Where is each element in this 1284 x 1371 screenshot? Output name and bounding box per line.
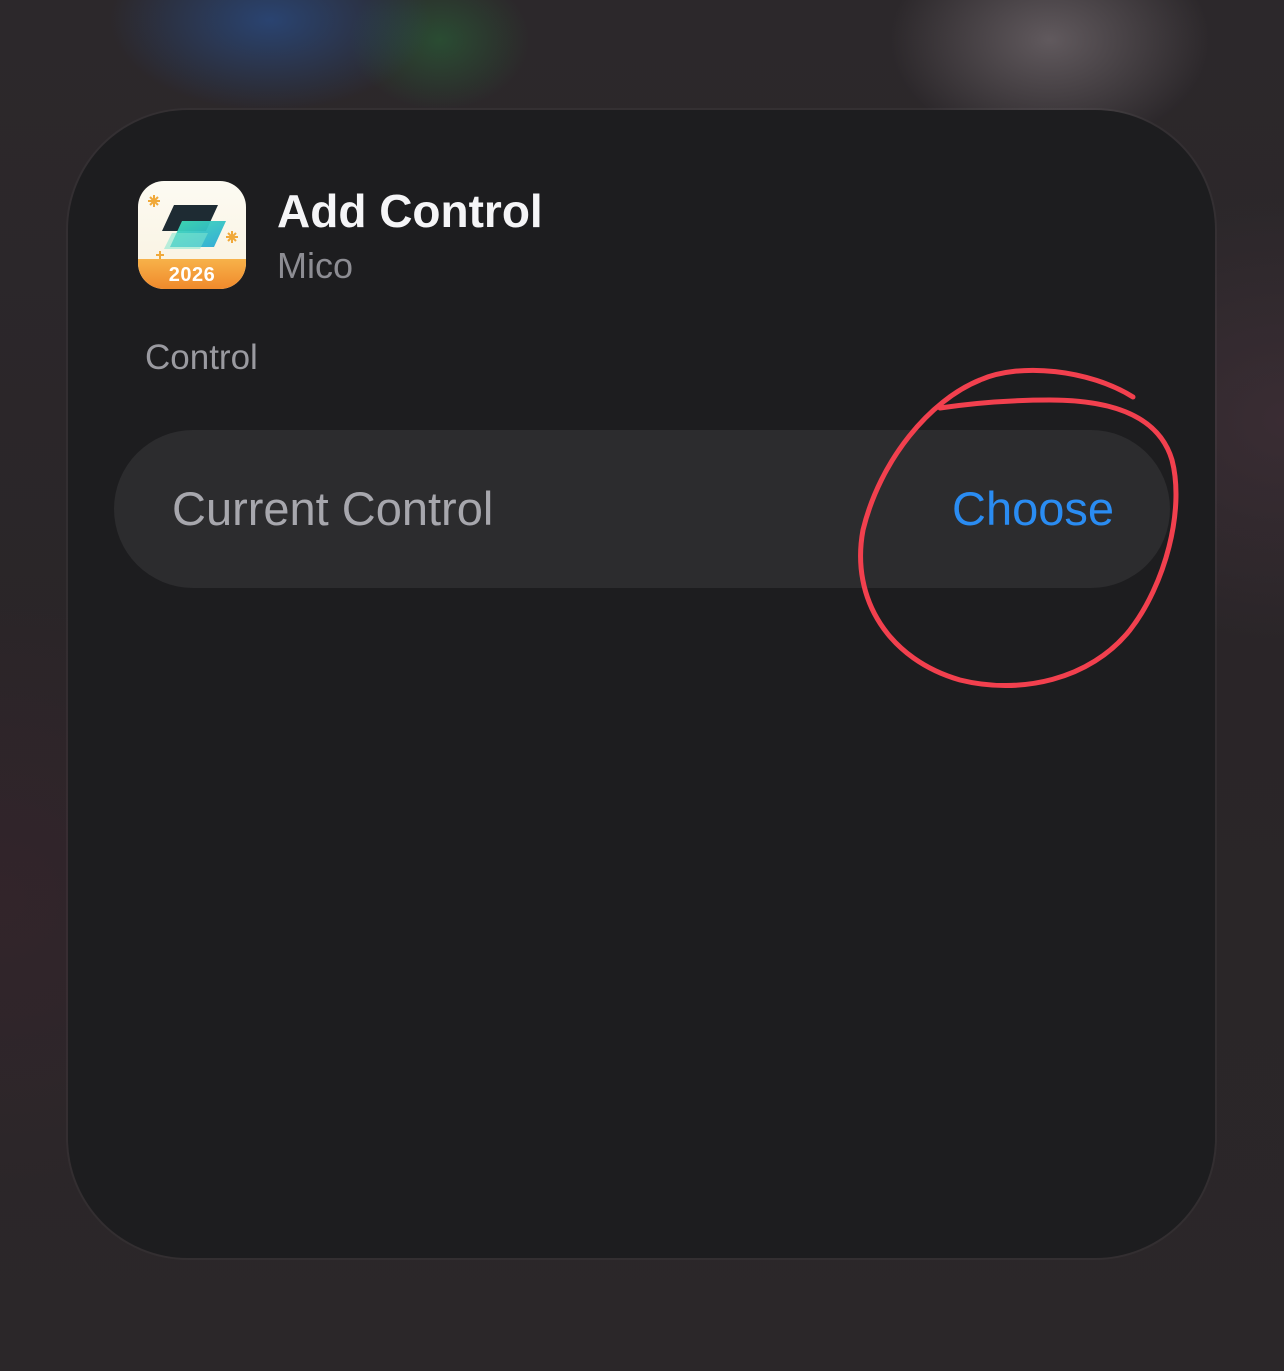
mico-app-icon: 2026 [138, 181, 246, 289]
sheet-title: Add Control [277, 185, 543, 237]
current-control-label: Current Control [172, 482, 494, 535]
section-label-control: Control [145, 338, 258, 377]
choose-button[interactable]: Choose [952, 480, 1114, 538]
app-name: Mico [277, 245, 354, 286]
add-control-sheet: 2026 Add Control Mico Control Current Co… [68, 110, 1215, 1258]
current-control-row[interactable]: Current Control Choose [114, 430, 1170, 588]
icon-year-text: 2026 [168, 264, 216, 286]
